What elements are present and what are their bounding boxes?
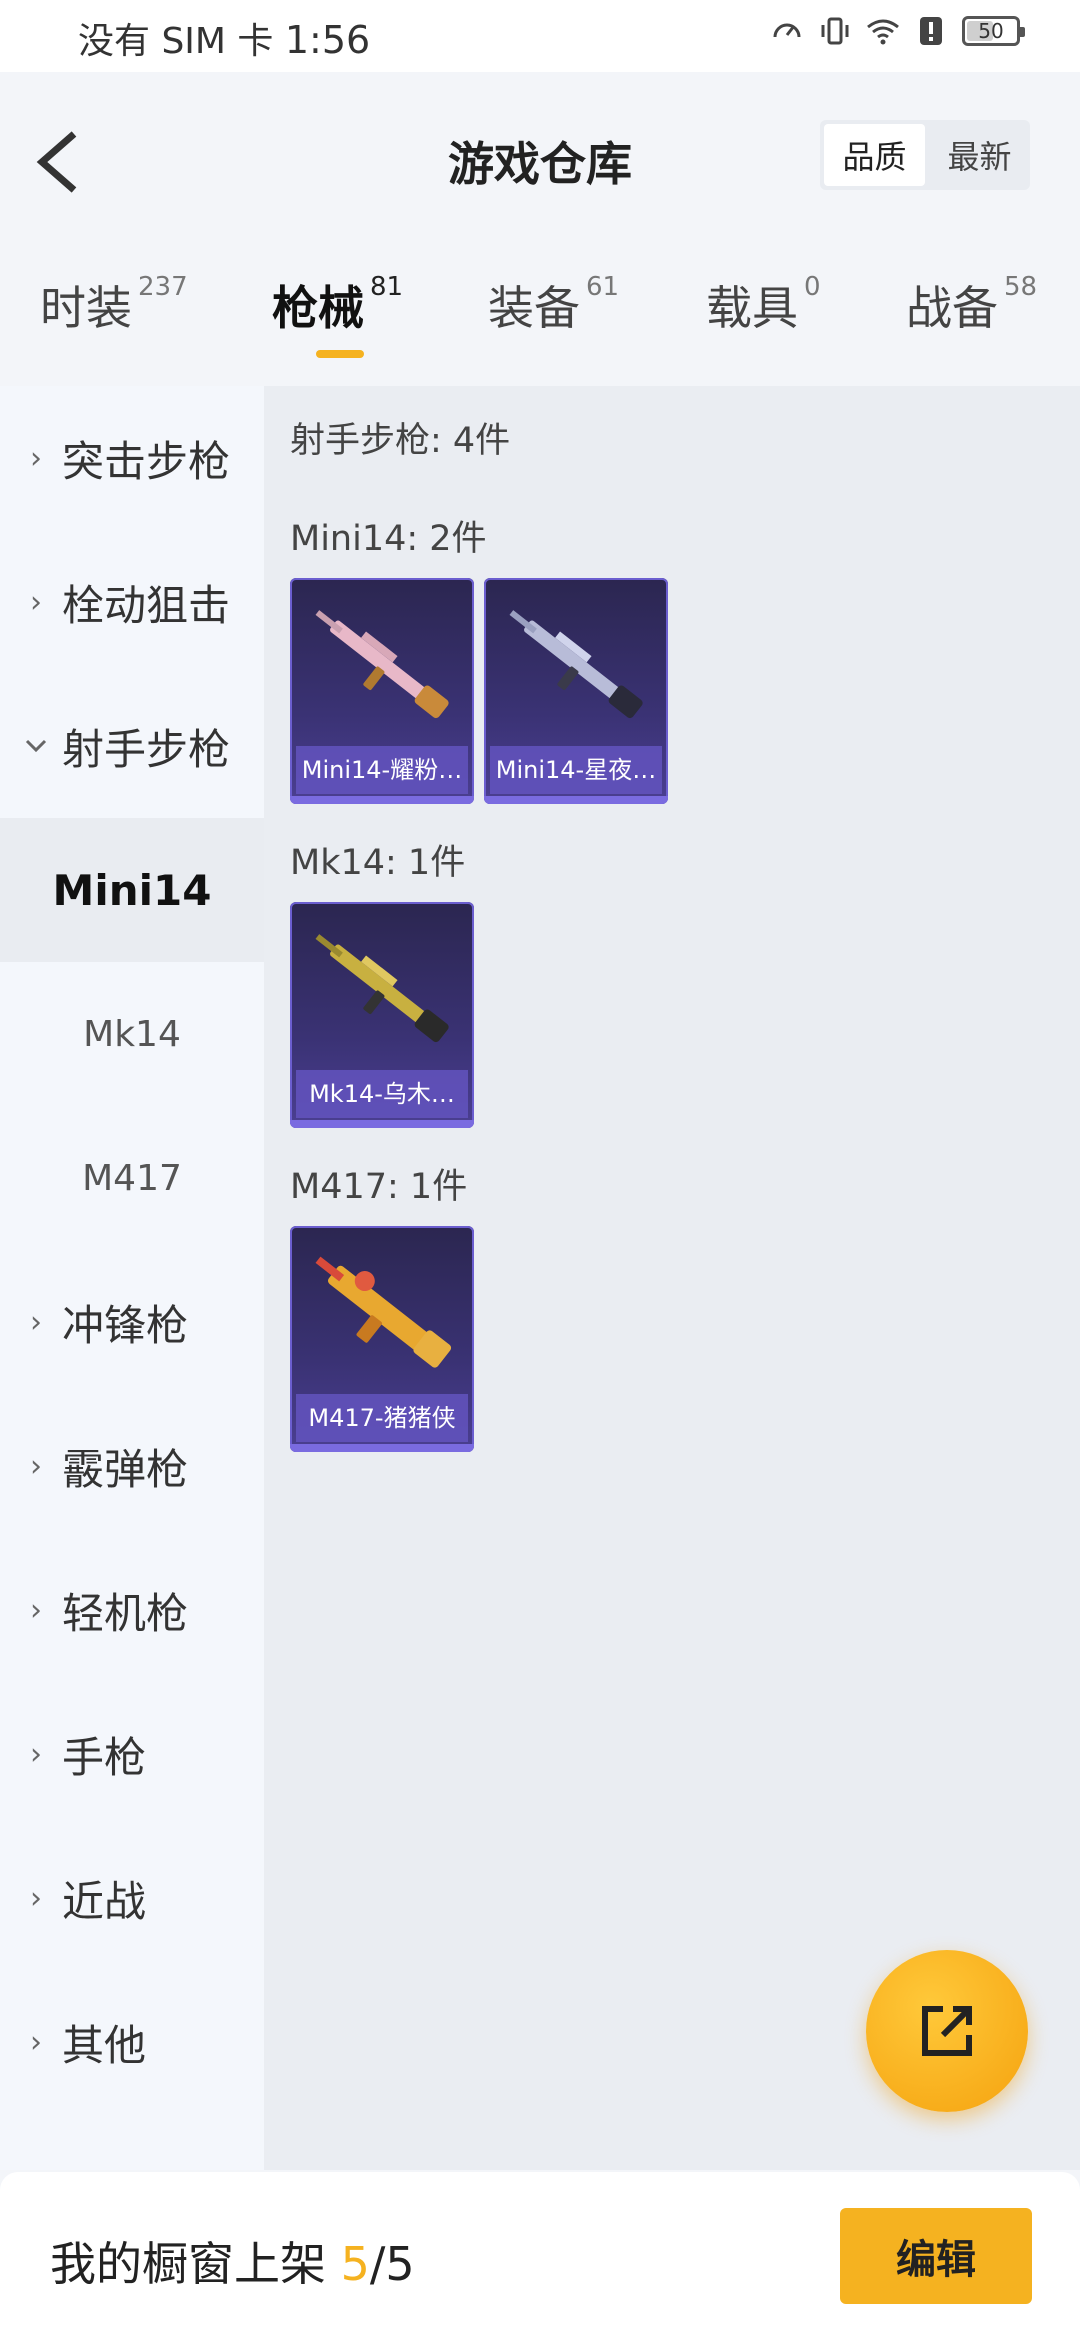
- sidebar-item-label: 冲锋枪: [62, 1300, 189, 1350]
- rarity-bar: [290, 1120, 474, 1128]
- item-name: Mk14-乌木…: [296, 1070, 468, 1118]
- external-link-icon: [922, 2006, 972, 2056]
- tab-count: 81: [370, 272, 404, 302]
- rifle-skin-image: [315, 934, 449, 1043]
- item-card[interactable]: Mini14-星夜…: [484, 578, 668, 804]
- rarity-bar: [290, 796, 474, 804]
- item-name: M417-猪猪侠: [296, 1394, 468, 1442]
- item-name: Mini14-耀粉…: [296, 746, 468, 794]
- tab-count: 237: [138, 272, 188, 302]
- edit-button[interactable]: 编辑: [840, 2208, 1032, 2304]
- sidebar-item-label: 近战: [62, 1876, 147, 1926]
- shelf-total-count: /5: [369, 2237, 415, 2291]
- chevron-right-icon: ›: [30, 1592, 42, 1628]
- tab-fashion[interactable]: 时装 237: [40, 272, 188, 338]
- rarity-bar: [290, 1444, 474, 1452]
- carrier-text: 没有 SIM 卡: [78, 21, 274, 62]
- group-title: Mini14: 2件: [290, 519, 487, 559]
- sidebar-subitem-mini14[interactable]: Mini14: [0, 818, 264, 962]
- sidebar-item-label: 其他: [62, 2020, 147, 2070]
- tab-equipment[interactable]: 装备 61: [488, 272, 619, 338]
- sidebar-item-label: 轻机枪: [62, 1588, 189, 1638]
- item-grid-panel: 射手步枪: 4件 Mini14: 2件 Mini14-耀粉… Mini14-星夜…: [264, 386, 1080, 2170]
- sidebar-item-bolt-sniper[interactable]: › 栓动狙击: [0, 530, 264, 674]
- shelf-status: 我的橱窗上架 5/5: [50, 2228, 415, 2294]
- chevron-right-icon: ›: [30, 1736, 42, 1772]
- item-card[interactable]: M417-猪猪侠: [290, 1226, 474, 1452]
- tab-count: 61: [586, 272, 620, 302]
- tab-label: 载具: [706, 281, 798, 335]
- bottom-bar: 我的橱窗上架 5/5 编辑: [0, 2172, 1080, 2340]
- tab-firearms[interactable]: 枪械 81: [272, 272, 403, 338]
- sort-toggle: 品质 最新: [820, 120, 1030, 190]
- rarity-bar: [484, 796, 668, 804]
- rifle-skin-image: [315, 610, 449, 719]
- status-left: 没有 SIM 卡 1:56: [78, 12, 370, 64]
- battery-level: 50: [978, 19, 1004, 43]
- sidebar: › 突击步枪 › 栓动狙击 射手步枪 Mini14 Mk14 M417 › 冲锋…: [0, 386, 264, 2170]
- tab-count: 58: [1004, 272, 1038, 302]
- tab-label: 枪械: [272, 281, 364, 335]
- sidebar-item-assault-rifle[interactable]: › 突击步枪: [0, 386, 264, 530]
- category-tabs: 时装 237 枪械 81 装备 61 载具 0 战备 58: [0, 260, 1080, 370]
- vibrate-icon: [818, 14, 852, 48]
- sidebar-subitem-mk14[interactable]: Mk14: [0, 962, 264, 1106]
- battery-indicator: 50: [962, 16, 1025, 46]
- sidebar-item-label: 栓动狙击: [62, 580, 231, 630]
- item-card[interactable]: Mk14-乌木…: [290, 902, 474, 1128]
- sidebar-subitem-m417[interactable]: M417: [0, 1106, 264, 1250]
- tab-label: 装备: [488, 281, 580, 335]
- sidebar-item-smg[interactable]: › 冲锋枪: [0, 1250, 264, 1394]
- group-title: M417: 1件: [290, 1167, 468, 1207]
- header: 游戏仓库 品质 最新: [0, 72, 1080, 242]
- chevron-right-icon: ›: [30, 584, 42, 620]
- sidebar-item-marksman-rifle[interactable]: 射手步枪: [0, 674, 264, 818]
- sidebar-item-label: 突击步枪: [62, 436, 231, 486]
- chevron-right-icon: ›: [30, 1304, 42, 1340]
- rifle-skin-image: [509, 610, 643, 719]
- status-bar: 没有 SIM 卡 1:56 50: [0, 0, 1080, 72]
- rifle-skin-image: [315, 1256, 452, 1368]
- sidebar-item-other[interactable]: › 其他: [0, 1970, 264, 2114]
- sidebar-item-label: 霰弹枪: [62, 1444, 189, 1494]
- tab-label: 战备: [906, 281, 998, 335]
- sidebar-item-label: 手枪: [62, 1732, 147, 1782]
- category-summary: 射手步枪: 4件: [290, 421, 511, 461]
- chevron-down-icon: [24, 738, 48, 754]
- chevron-right-icon: ›: [30, 2024, 42, 2060]
- tab-count: 0: [804, 272, 821, 302]
- alert-icon: [914, 14, 948, 48]
- group-title: Mk14: 1件: [290, 843, 466, 883]
- tab-supplies[interactable]: 战备 58: [906, 272, 1037, 338]
- sidebar-item-lmg[interactable]: › 轻机枪: [0, 1538, 264, 1682]
- active-tab-indicator: [316, 350, 364, 358]
- sidebar-item-pistol[interactable]: › 手枪: [0, 1682, 264, 1826]
- sort-quality-button[interactable]: 品质: [824, 124, 925, 186]
- item-name: Mini14-星夜…: [490, 746, 662, 794]
- sidebar-item-melee[interactable]: › 近战: [0, 1826, 264, 1970]
- wifi-icon: [866, 14, 900, 48]
- sidebar-item-shotgun[interactable]: › 霰弹枪: [0, 1394, 264, 1538]
- chevron-right-icon: ›: [30, 1448, 42, 1484]
- chevron-right-icon: ›: [30, 440, 42, 476]
- shelf-label: 我的橱窗上架: [50, 2237, 326, 2291]
- sort-newest-button[interactable]: 最新: [929, 120, 1030, 190]
- share-button[interactable]: [866, 1950, 1028, 2112]
- speed-icon: [770, 14, 804, 48]
- shelf-current-count: 5: [340, 2237, 370, 2291]
- tab-vehicles[interactable]: 载具 0: [706, 272, 821, 338]
- clock: 1:56: [284, 18, 371, 62]
- status-right: 50: [770, 14, 1025, 48]
- tab-label: 时装: [40, 281, 132, 335]
- sidebar-item-label: 射手步枪: [62, 724, 231, 774]
- item-card[interactable]: Mini14-耀粉…: [290, 578, 474, 804]
- chevron-right-icon: ›: [30, 1880, 42, 1916]
